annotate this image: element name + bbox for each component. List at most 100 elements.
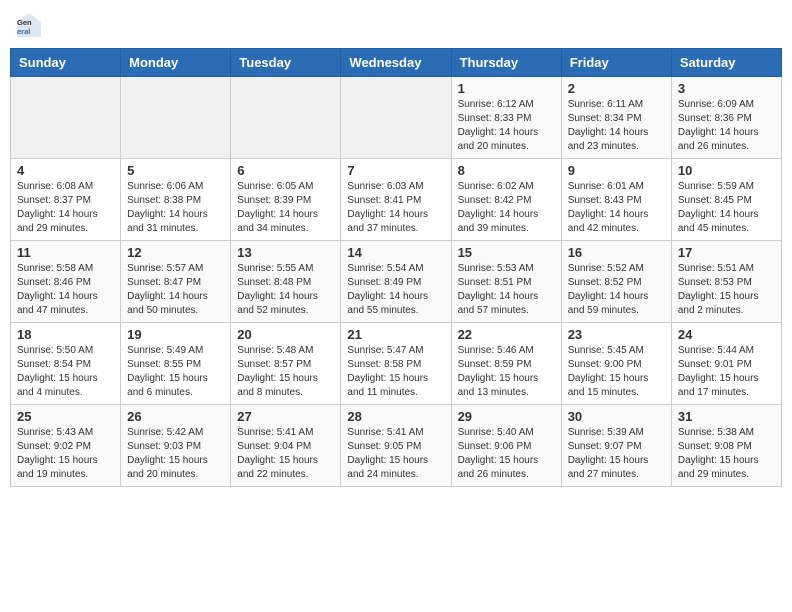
calendar-cell: 2Sunrise: 6:11 AM Sunset: 8:34 PM Daylig… xyxy=(561,77,671,159)
week-row-1: 4 Sunrise: 6:08 AM Sunset: 8:37 PM Daylig… xyxy=(11,159,782,241)
day-number: 24 xyxy=(678,327,775,342)
calendar-cell: 29 Sunrise: 5:40 AM Sunset: 9:06 PM Dayli… xyxy=(451,405,561,487)
day-info: Sunrise: 5:38 AM Sunset: 9:08 PM Dayligh… xyxy=(678,426,775,482)
header-row: SundayMondayTuesdayWednesdayThursdayFrid… xyxy=(11,49,782,77)
day-info: Sunrise: 5:43 AM Sunset: 9:02 PM Dayligh… xyxy=(17,426,114,482)
day-info: Sunrise: 5:58 AM Sunset: 8:46 PM Dayligh… xyxy=(17,262,114,318)
day-number: 18 xyxy=(17,327,114,342)
calendar-cell xyxy=(341,77,451,159)
day-info: Sunrise: 5:59 AM Sunset: 8:45 PM Dayligh… xyxy=(678,180,775,236)
day-number: 31 xyxy=(678,409,775,424)
day-info: Sunrise: 5:48 AM Sunset: 8:57 PM Dayligh… xyxy=(237,344,334,400)
calendar-cell xyxy=(121,77,231,159)
day-info: Sunrise: 6:02 AM Sunset: 8:42 PM Dayligh… xyxy=(458,180,555,236)
day-number: 19 xyxy=(127,327,224,342)
svg-text:Gen: Gen xyxy=(17,18,32,27)
logo: Gen eral xyxy=(14,10,46,40)
day-number: 27 xyxy=(237,409,334,424)
calendar-cell: 3 Sunrise: 6:09 AM Sunset: 8:36 PM Daylig… xyxy=(671,77,781,159)
day-number: 6 xyxy=(237,163,334,178)
day-number: 3 xyxy=(678,81,775,96)
day-info: Sunrise: 6:06 AM Sunset: 8:38 PM Dayligh… xyxy=(127,180,224,236)
day-number: 25 xyxy=(17,409,114,424)
day-number: 10 xyxy=(678,163,775,178)
day-number: 28 xyxy=(347,409,444,424)
day-info: Sunrise: 5:53 AM Sunset: 8:51 PM Dayligh… xyxy=(458,262,555,318)
calendar-cell: 22 Sunrise: 5:46 AM Sunset: 8:59 PM Dayli… xyxy=(451,323,561,405)
svg-text:eral: eral xyxy=(17,27,30,36)
day-number: 14 xyxy=(347,245,444,260)
calendar-cell: 19 Sunrise: 5:49 AM Sunset: 8:55 PM Dayli… xyxy=(121,323,231,405)
calendar-cell: 10 Sunrise: 5:59 AM Sunset: 8:45 PM Dayli… xyxy=(671,159,781,241)
day-info: Sunrise: 5:51 AM Sunset: 8:53 PM Dayligh… xyxy=(678,262,775,318)
calendar-cell: 6 Sunrise: 6:05 AM Sunset: 8:39 PM Daylig… xyxy=(231,159,341,241)
day-info: Sunrise: 6:09 AM Sunset: 8:36 PM Dayligh… xyxy=(678,98,775,154)
calendar-cell: 26Sunrise: 5:42 AM Sunset: 9:03 PM Dayli… xyxy=(121,405,231,487)
day-info: Sunrise: 5:40 AM Sunset: 9:06 PM Dayligh… xyxy=(458,426,555,482)
day-number: 26 xyxy=(127,409,224,424)
day-number: 4 xyxy=(17,163,114,178)
day-number: 2 xyxy=(568,81,665,96)
day-info: Sunrise: 6:08 AM Sunset: 8:37 PM Dayligh… xyxy=(17,180,114,236)
calendar-cell: 21 Sunrise: 5:47 AM Sunset: 8:58 PM Dayli… xyxy=(341,323,451,405)
header-tuesday: Tuesday xyxy=(231,49,341,77)
week-row-4: 25 Sunrise: 5:43 AM Sunset: 9:02 PM Dayli… xyxy=(11,405,782,487)
day-number: 23 xyxy=(568,327,665,342)
calendar-body: 1Sunrise: 6:12 AM Sunset: 8:33 PM Daylig… xyxy=(11,77,782,487)
day-info: Sunrise: 5:47 AM Sunset: 8:58 PM Dayligh… xyxy=(347,344,444,400)
calendar-cell: 15Sunrise: 5:53 AM Sunset: 8:51 PM Dayli… xyxy=(451,241,561,323)
day-number: 30 xyxy=(568,409,665,424)
day-info: Sunrise: 5:54 AM Sunset: 8:49 PM Dayligh… xyxy=(347,262,444,318)
calendar-cell: 4 Sunrise: 6:08 AM Sunset: 8:37 PM Daylig… xyxy=(11,159,121,241)
calendar-cell: 8Sunrise: 6:02 AM Sunset: 8:42 PM Daylig… xyxy=(451,159,561,241)
calendar-cell: 24Sunrise: 5:44 AM Sunset: 9:01 PM Dayli… xyxy=(671,323,781,405)
day-number: 29 xyxy=(458,409,555,424)
day-number: 20 xyxy=(237,327,334,342)
day-info: Sunrise: 6:01 AM Sunset: 8:43 PM Dayligh… xyxy=(568,180,665,236)
week-row-2: 11 Sunrise: 5:58 AM Sunset: 8:46 PM Dayli… xyxy=(11,241,782,323)
header-saturday: Saturday xyxy=(671,49,781,77)
day-info: Sunrise: 5:57 AM Sunset: 8:47 PM Dayligh… xyxy=(127,262,224,318)
day-number: 7 xyxy=(347,163,444,178)
header-thursday: Thursday xyxy=(451,49,561,77)
day-number: 17 xyxy=(678,245,775,260)
header-monday: Monday xyxy=(121,49,231,77)
day-info: Sunrise: 5:55 AM Sunset: 8:48 PM Dayligh… xyxy=(237,262,334,318)
day-info: Sunrise: 6:05 AM Sunset: 8:39 PM Dayligh… xyxy=(237,180,334,236)
week-row-0: 1Sunrise: 6:12 AM Sunset: 8:33 PM Daylig… xyxy=(11,77,782,159)
day-number: 9 xyxy=(568,163,665,178)
calendar-cell: 11 Sunrise: 5:58 AM Sunset: 8:46 PM Dayli… xyxy=(11,241,121,323)
day-info: Sunrise: 5:50 AM Sunset: 8:54 PM Dayligh… xyxy=(17,344,114,400)
calendar-cell: 5Sunrise: 6:06 AM Sunset: 8:38 PM Daylig… xyxy=(121,159,231,241)
calendar-cell: 13 Sunrise: 5:55 AM Sunset: 8:48 PM Dayli… xyxy=(231,241,341,323)
calendar-cell: 28 Sunrise: 5:41 AM Sunset: 9:05 PM Dayli… xyxy=(341,405,451,487)
day-info: Sunrise: 5:49 AM Sunset: 8:55 PM Dayligh… xyxy=(127,344,224,400)
day-info: Sunrise: 5:52 AM Sunset: 8:52 PM Dayligh… xyxy=(568,262,665,318)
day-info: Sunrise: 5:45 AM Sunset: 9:00 PM Dayligh… xyxy=(568,344,665,400)
day-number: 21 xyxy=(347,327,444,342)
calendar-cell xyxy=(231,77,341,159)
calendar-cell: 9 Sunrise: 6:01 AM Sunset: 8:43 PM Daylig… xyxy=(561,159,671,241)
calendar-cell: 18 Sunrise: 5:50 AM Sunset: 8:54 PM Dayli… xyxy=(11,323,121,405)
calendar-cell: 25 Sunrise: 5:43 AM Sunset: 9:02 PM Dayli… xyxy=(11,405,121,487)
calendar-header: SundayMondayTuesdayWednesdayThursdayFrid… xyxy=(11,49,782,77)
day-number: 11 xyxy=(17,245,114,260)
calendar-table: SundayMondayTuesdayWednesdayThursdayFrid… xyxy=(10,48,782,487)
calendar-cell: 14 Sunrise: 5:54 AM Sunset: 8:49 PM Dayli… xyxy=(341,241,451,323)
day-info: Sunrise: 5:39 AM Sunset: 9:07 PM Dayligh… xyxy=(568,426,665,482)
calendar-cell: 12 Sunrise: 5:57 AM Sunset: 8:47 PM Dayli… xyxy=(121,241,231,323)
day-info: Sunrise: 5:41 AM Sunset: 9:05 PM Dayligh… xyxy=(347,426,444,482)
header-sunday: Sunday xyxy=(11,49,121,77)
day-number: 1 xyxy=(458,81,555,96)
header-friday: Friday xyxy=(561,49,671,77)
day-number: 13 xyxy=(237,245,334,260)
week-row-3: 18 Sunrise: 5:50 AM Sunset: 8:54 PM Dayli… xyxy=(11,323,782,405)
day-number: 12 xyxy=(127,245,224,260)
calendar-cell: 16Sunrise: 5:52 AM Sunset: 8:52 PM Dayli… xyxy=(561,241,671,323)
day-number: 22 xyxy=(458,327,555,342)
day-info: Sunrise: 5:41 AM Sunset: 9:04 PM Dayligh… xyxy=(237,426,334,482)
day-info: Sunrise: 5:46 AM Sunset: 8:59 PM Dayligh… xyxy=(458,344,555,400)
calendar-cell xyxy=(11,77,121,159)
calendar-cell: 20 Sunrise: 5:48 AM Sunset: 8:57 PM Dayli… xyxy=(231,323,341,405)
calendar-cell: 27 Sunrise: 5:41 AM Sunset: 9:04 PM Dayli… xyxy=(231,405,341,487)
